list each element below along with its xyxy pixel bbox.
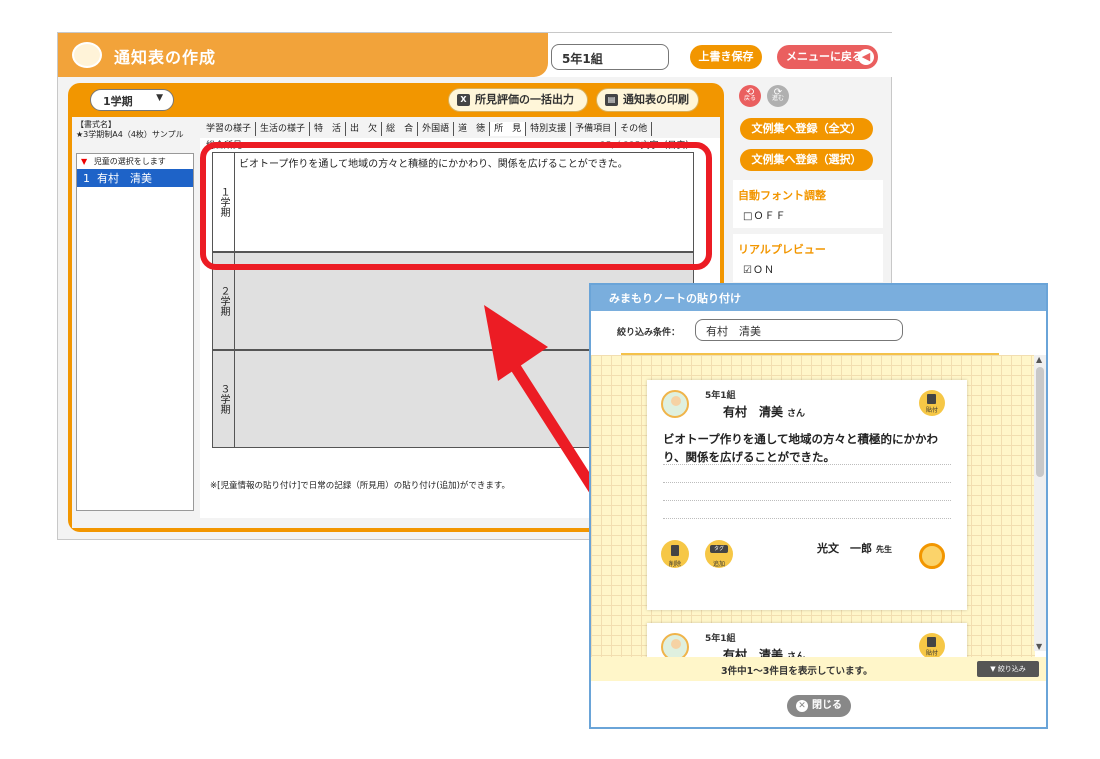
redo-button[interactable]: ⟳ 進む <box>767 85 789 107</box>
tab-learning[interactable]: 学習の様子 <box>202 122 257 136</box>
arrow-left-icon: ⟲ <box>745 87 755 98</box>
card-student-name-text: 有村 清美 <box>723 405 784 419</box>
sun-icon <box>919 543 945 569</box>
auto-font-checkbox[interactable]: □ＯＦＦ <box>743 207 786 222</box>
dialog-title: みまもりノートの貼り付け <box>591 285 1046 311</box>
register-all-button[interactable]: 文例集へ登録（全文） <box>740 118 873 140</box>
student-row-no: 1 <box>83 172 90 185</box>
tab-life[interactable]: 生活の様子 <box>256 122 311 136</box>
result-count: 3件中1～3件目を表示しています。 <box>721 666 873 677</box>
excel-icon: X <box>457 94 470 106</box>
category-tabs: 学習の様子 生活の様子 特 活 出 欠 総 合 外国語 道 徳 所 見 特別支援… <box>202 122 702 136</box>
term-select-value: 1学期 <box>103 95 133 108</box>
student-list-header: ▼ 児童の選択をします <box>77 154 193 169</box>
teacher-honorific: 先生 <box>876 545 892 554</box>
paste-icon[interactable]: 貼付 <box>919 390 945 416</box>
app-logo-icon <box>72 42 102 68</box>
term-select[interactable]: 1学期 ▼ <box>90 89 174 111</box>
tab-integrated[interactable]: 総 合 <box>382 122 419 136</box>
teacher-name-text: 光文 一郎 <box>817 542 872 555</box>
note-card: 5年1組 有村 清美 さん 貼付 ビオトープ作りを通して地域の方々と積極的にかかわ… <box>647 380 967 610</box>
student-list-header-label: 児童の選択をします <box>93 157 166 166</box>
card-honorific: さん <box>787 409 806 419</box>
format-name: ★3学期制A4（4枚）サンプル <box>76 130 184 139</box>
scrollbar[interactable]: ▲ ▼ <box>1034 355 1046 651</box>
ruled-line <box>663 464 951 465</box>
ruled-line <box>663 500 951 501</box>
notes-list: 5年1組 有村 清美 さん 貼付 ビオトープ作りを通して地域の方々と積極的にかかわ… <box>591 355 1035 681</box>
title-bar: 通知表の作成 5年1組 上書き保存 メニューに戻る ◀ <box>58 33 893 77</box>
term3-label: ３学期 <box>213 351 235 447</box>
preview-checkbox[interactable]: ☑ＯＮ <box>743 261 775 276</box>
close-label: 閉じる <box>812 700 842 711</box>
menu-button[interactable]: メニューに戻る ◀ <box>777 45 878 69</box>
auto-font-option: 自動フォント調整 □ＯＦＦ <box>733 180 883 228</box>
back-arrow-icon: ◀ <box>858 49 874 65</box>
trash-icon[interactable]: 削除 <box>661 540 689 568</box>
chevron-down-icon: ▼ <box>156 93 163 103</box>
card-student-name: 有村 清美さん <box>723 403 805 420</box>
narrow-label: 絞り込み <box>997 665 1026 673</box>
tab-foreign-language[interactable]: 外国語 <box>418 122 455 136</box>
tab-special-activity[interactable]: 特 活 <box>310 122 347 136</box>
scroll-up-icon[interactable]: ▲ <box>1036 355 1042 364</box>
preview-option: リアルプレビュー ☑ＯＮ <box>733 234 883 282</box>
student-row-name: 有村 清美 <box>97 172 152 185</box>
card-class: 5年1組 <box>705 634 736 644</box>
class-name-field[interactable]: 5年1組 <box>551 44 669 70</box>
register-select-button[interactable]: 文例集へ登録（選択） <box>740 149 873 171</box>
ruled-line <box>663 482 951 483</box>
print-label: 通知表の印刷 <box>623 93 689 106</box>
tab-morals[interactable]: 道 徳 <box>454 122 491 136</box>
teacher-name: 光文 一郎 先生 <box>817 540 892 556</box>
tab-attendance[interactable]: 出 欠 <box>346 122 383 136</box>
triangle-down-icon: ▼ <box>81 157 88 166</box>
paste-icon[interactable]: 貼付 <box>919 633 945 659</box>
tab-special-support[interactable]: 特別支援 <box>526 122 572 136</box>
student-list: ▼ 児童の選択をします 1 有村 清美 <box>76 153 194 511</box>
card-class: 5年1組 <box>705 391 736 401</box>
student-row[interactable]: 1 有村 清美 <box>77 169 193 187</box>
tab-remarks[interactable]: 所 見 <box>490 122 527 136</box>
ruled-line <box>663 518 951 519</box>
preview-title: リアルプレビュー <box>738 243 826 256</box>
student-avatar-icon <box>661 390 689 418</box>
tab-spare[interactable]: 予備項目 <box>571 122 617 136</box>
undo-button[interactable]: ⟲ 戻る <box>739 85 761 107</box>
close-button[interactable]: ✕ 閉じる <box>787 695 851 717</box>
filter-input[interactable]: 有村 清美 <box>695 319 903 341</box>
delete-label: 削除 <box>668 561 681 568</box>
save-button[interactable]: 上書き保存 <box>690 45 762 69</box>
title-tab: 通知表の作成 <box>58 33 548 77</box>
arrow-right-icon: ⟳ <box>773 87 783 98</box>
paste-dialog: みまもりノートの貼り付け 絞り込み条件： 有村 清美 5年1組 有村 清美 さん … <box>589 283 1048 729</box>
menu-button-label: メニューに戻る <box>786 50 863 63</box>
close-icon: ✕ <box>796 700 808 712</box>
status-bar: 3件中1～3件目を表示しています。 ▼ 絞り込み <box>591 657 1046 681</box>
format-info: 【書式名】 ★3学期制A4（4枚）サンプル <box>76 120 194 140</box>
page-title: 通知表の作成 <box>114 48 217 67</box>
paste-label: 貼付 <box>925 407 938 414</box>
print-button[interactable]: ▤ 通知表の印刷 <box>596 88 699 112</box>
printer-icon: ▤ <box>605 94 618 106</box>
card-note-text: ビオトープ作りを通して地域の方々と積極的にかかわり、関係を広げることができた。 <box>663 432 938 464</box>
format-label: 【書式名】 <box>76 120 116 129</box>
tab-other[interactable]: その他 <box>616 122 653 136</box>
filter-label: 絞り込み条件： <box>617 328 681 338</box>
footnote: ※[児童情報の貼り付け]で日常の記録（所見用）の貼り付け(追加)ができます。 <box>210 481 511 491</box>
bulk-output-label: 所見評価の一括出力 <box>475 93 574 106</box>
scroll-thumb[interactable] <box>1036 367 1044 477</box>
funnel-icon: ▼ <box>990 665 996 673</box>
auto-font-title: 自動フォント調整 <box>738 189 826 202</box>
tag-add-icon[interactable]: 追加 <box>705 540 733 568</box>
paste-label: 貼付 <box>925 650 938 657</box>
bulk-output-button[interactable]: X 所見評価の一括出力 <box>448 88 588 112</box>
tag-add-label: 追加 <box>712 561 725 568</box>
highlight-frame <box>200 142 712 270</box>
narrow-button[interactable]: ▼ 絞り込み <box>977 661 1039 677</box>
scroll-down-icon[interactable]: ▼ <box>1036 642 1042 651</box>
